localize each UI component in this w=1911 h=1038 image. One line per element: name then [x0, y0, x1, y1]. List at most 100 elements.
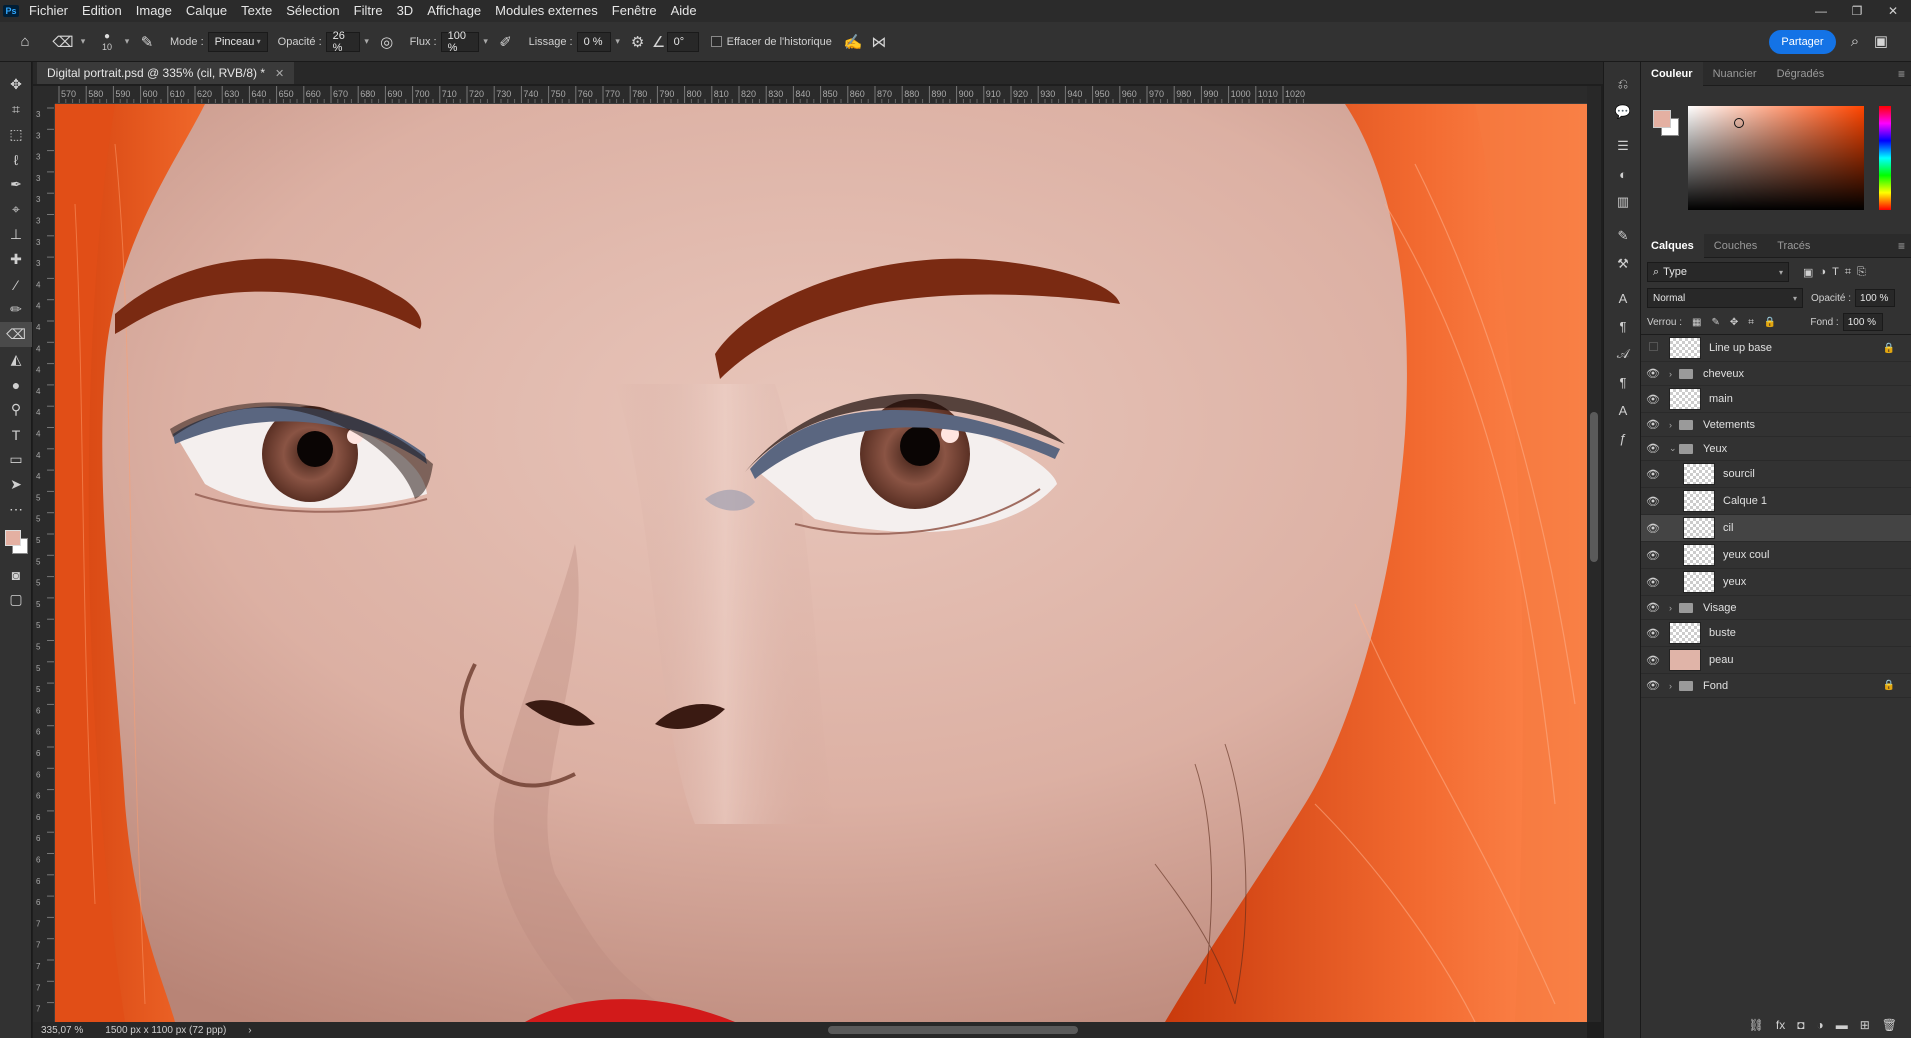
chevron-down-icon[interactable]: ▾: [479, 36, 493, 47]
blend-mode-select[interactable]: Normal ▾: [1647, 288, 1803, 308]
eraser-tool-icon[interactable]: ⌫: [0, 322, 32, 347]
quick-selection-tool-icon[interactable]: ⌖: [0, 197, 32, 222]
layer-opacity-input[interactable]: 100 %: [1855, 289, 1896, 307]
menu-item[interactable]: Modules externes: [488, 0, 605, 22]
type-filter-icon[interactable]: T: [1832, 266, 1839, 279]
layer-row[interactable]: 👁 cil: [1641, 515, 1911, 542]
airbrush-icon[interactable]: ✐: [493, 29, 519, 55]
chevron-right-icon[interactable]: ›: [1669, 420, 1679, 430]
erase-history-checkbox[interactable]: [710, 36, 722, 47]
new-group-icon[interactable]: ▬: [1836, 1018, 1848, 1032]
eye-icon[interactable]: 👁: [1641, 418, 1665, 431]
panel-tab[interactable]: Tracés: [1767, 234, 1820, 258]
pen-tool-icon[interactable]: ✒: [0, 172, 32, 197]
flux-input[interactable]: 100 %: [440, 30, 479, 54]
crop-tool-icon[interactable]: ⌗: [0, 97, 32, 122]
document-tab[interactable]: Digital portrait.psd @ 335% (cil, RVB/8)…: [37, 62, 295, 84]
move-tool-icon[interactable]: ✥: [0, 72, 32, 97]
glyphs-icon[interactable]: 𝒜: [1604, 340, 1642, 368]
brush-settings-icon[interactable]: ✎: [134, 29, 160, 55]
maximize-icon[interactable]: ❐: [1839, 0, 1875, 22]
menu-item[interactable]: Calque: [179, 0, 234, 22]
menu-item[interactable]: Fichier: [22, 0, 75, 22]
angle-input[interactable]: 0°: [666, 31, 699, 52]
menu-item[interactable]: Texte: [234, 0, 279, 22]
menu-item[interactable]: Aide: [664, 0, 704, 22]
chevron-down-icon[interactable]: ▾: [611, 36, 625, 47]
paint-bucket-tool-icon[interactable]: ◭: [0, 347, 32, 372]
chevron-right-icon[interactable]: ›: [1669, 603, 1679, 613]
lock-pixels-icon[interactable]: ✎: [1711, 317, 1719, 328]
eye-icon[interactable]: 👁: [1641, 442, 1665, 455]
share-button[interactable]: Partager: [1769, 30, 1836, 54]
eye-icon[interactable]: 👁: [1641, 468, 1665, 481]
eye-icon[interactable]: 👁: [1641, 627, 1665, 640]
chevron-down-icon[interactable]: ⌄: [1669, 443, 1679, 454]
layer-row[interactable]: 👁 peau: [1641, 647, 1911, 674]
lock-artboard-icon[interactable]: ⌗: [1748, 317, 1754, 328]
mode-select[interactable]: Pinceau ▾: [207, 31, 268, 52]
eye-icon[interactable]: 👁: [1641, 549, 1665, 562]
panel-tab[interactable]: Dégradés: [1767, 62, 1835, 86]
lock-position-icon[interactable]: ✥: [1730, 317, 1738, 328]
menu-item[interactable]: Sélection: [279, 0, 346, 22]
eyedropper-tool-icon[interactable]: ⁄: [0, 272, 32, 297]
comments-icon[interactable]: 💬: [1604, 98, 1642, 126]
layer-row[interactable]: 👁 yeux: [1641, 569, 1911, 596]
lissage-input[interactable]: 0 %: [576, 31, 611, 52]
adjustment-filter-icon[interactable]: ◑: [1819, 266, 1826, 279]
chevron-right-icon[interactable]: ›: [248, 1025, 251, 1036]
panel-tab[interactable]: Couches: [1704, 234, 1767, 258]
symmetry-icon[interactable]: ⋈: [866, 29, 892, 55]
add-mask-icon[interactable]: ◘: [1797, 1018, 1804, 1032]
layer-filter-select[interactable]: ⌕ Type ▾: [1647, 262, 1789, 282]
rectangle-tool-icon[interactable]: ▭: [0, 447, 32, 472]
path-selection-tool-icon[interactable]: ➤: [0, 472, 32, 497]
eraser-tool-preset-icon[interactable]: ⌫: [50, 29, 76, 55]
paragraph-styles-icon[interactable]: ¶: [1604, 368, 1642, 396]
dodge-tool-icon[interactable]: ⚲: [0, 397, 32, 422]
pressure-opacity-icon[interactable]: ◎: [374, 29, 400, 55]
paragraph-icon[interactable]: ¶: [1604, 312, 1642, 340]
chevron-right-icon[interactable]: ›: [1669, 681, 1679, 691]
lock-transparency-icon[interactable]: ▦: [1692, 317, 1701, 328]
layer-group-row[interactable]: 👁 › Visage: [1641, 596, 1911, 620]
menu-item[interactable]: Affichage: [420, 0, 488, 22]
eye-icon[interactable]: 👁: [1641, 654, 1665, 667]
chevron-down-icon[interactable]: ▾: [76, 36, 90, 47]
healing-tool-icon[interactable]: ✚: [0, 247, 32, 272]
brush-settings-icon[interactable]: ✎: [1604, 222, 1642, 250]
layer-row[interactable]: Line up base 🔒: [1641, 335, 1911, 362]
panel-tab[interactable]: Calques: [1641, 233, 1704, 258]
minimize-icon[interactable]: —: [1803, 0, 1839, 22]
link-layers-icon[interactable]: ⛓: [1749, 1018, 1764, 1032]
screen-mode-icon[interactable]: ▢: [0, 587, 32, 612]
chevron-down-icon[interactable]: ▾: [120, 36, 134, 47]
layer-row[interactable]: 👁 buste: [1641, 620, 1911, 647]
layer-row[interactable]: 👁 Calque 1: [1641, 488, 1911, 515]
menu-item[interactable]: Edition: [75, 0, 129, 22]
quick-mask-icon[interactable]: ◙: [0, 562, 32, 587]
layer-style-fx-icon[interactable]: fx: [1776, 1018, 1785, 1032]
menu-item[interactable]: Filtre: [347, 0, 390, 22]
layer-group-row[interactable]: 👁 › cheveux: [1641, 362, 1911, 386]
lasso-tool-icon[interactable]: ℓ: [0, 147, 32, 172]
zoom-level[interactable]: 335,07 %: [41, 1025, 83, 1036]
type-tool-icon[interactable]: T: [0, 422, 32, 447]
panel-menu-icon[interactable]: ≡: [1898, 62, 1905, 86]
close-icon[interactable]: ✕: [1875, 0, 1911, 22]
visibility-off-icon[interactable]: [1641, 342, 1665, 354]
foreground-color-swatch[interactable]: [1653, 110, 1671, 128]
menu-item[interactable]: 3D: [390, 0, 421, 22]
gear-icon[interactable]: ⚙: [625, 29, 651, 55]
menu-item[interactable]: Image: [129, 0, 179, 22]
image-filter-icon[interactable]: ▣: [1803, 266, 1813, 279]
brush-tool-icon[interactable]: ✏: [0, 297, 32, 322]
brush-size-picker[interactable]: ● 10: [94, 31, 120, 52]
workspace-icon[interactable]: ▣: [1871, 30, 1891, 52]
foreground-color-swatch[interactable]: [5, 530, 21, 546]
character-styles-icon[interactable]: A: [1604, 396, 1642, 424]
chevron-right-icon[interactable]: ›: [1669, 369, 1679, 379]
eye-icon[interactable]: 👁: [1641, 367, 1665, 380]
stamp-tool-icon[interactable]: ⊥: [0, 222, 32, 247]
